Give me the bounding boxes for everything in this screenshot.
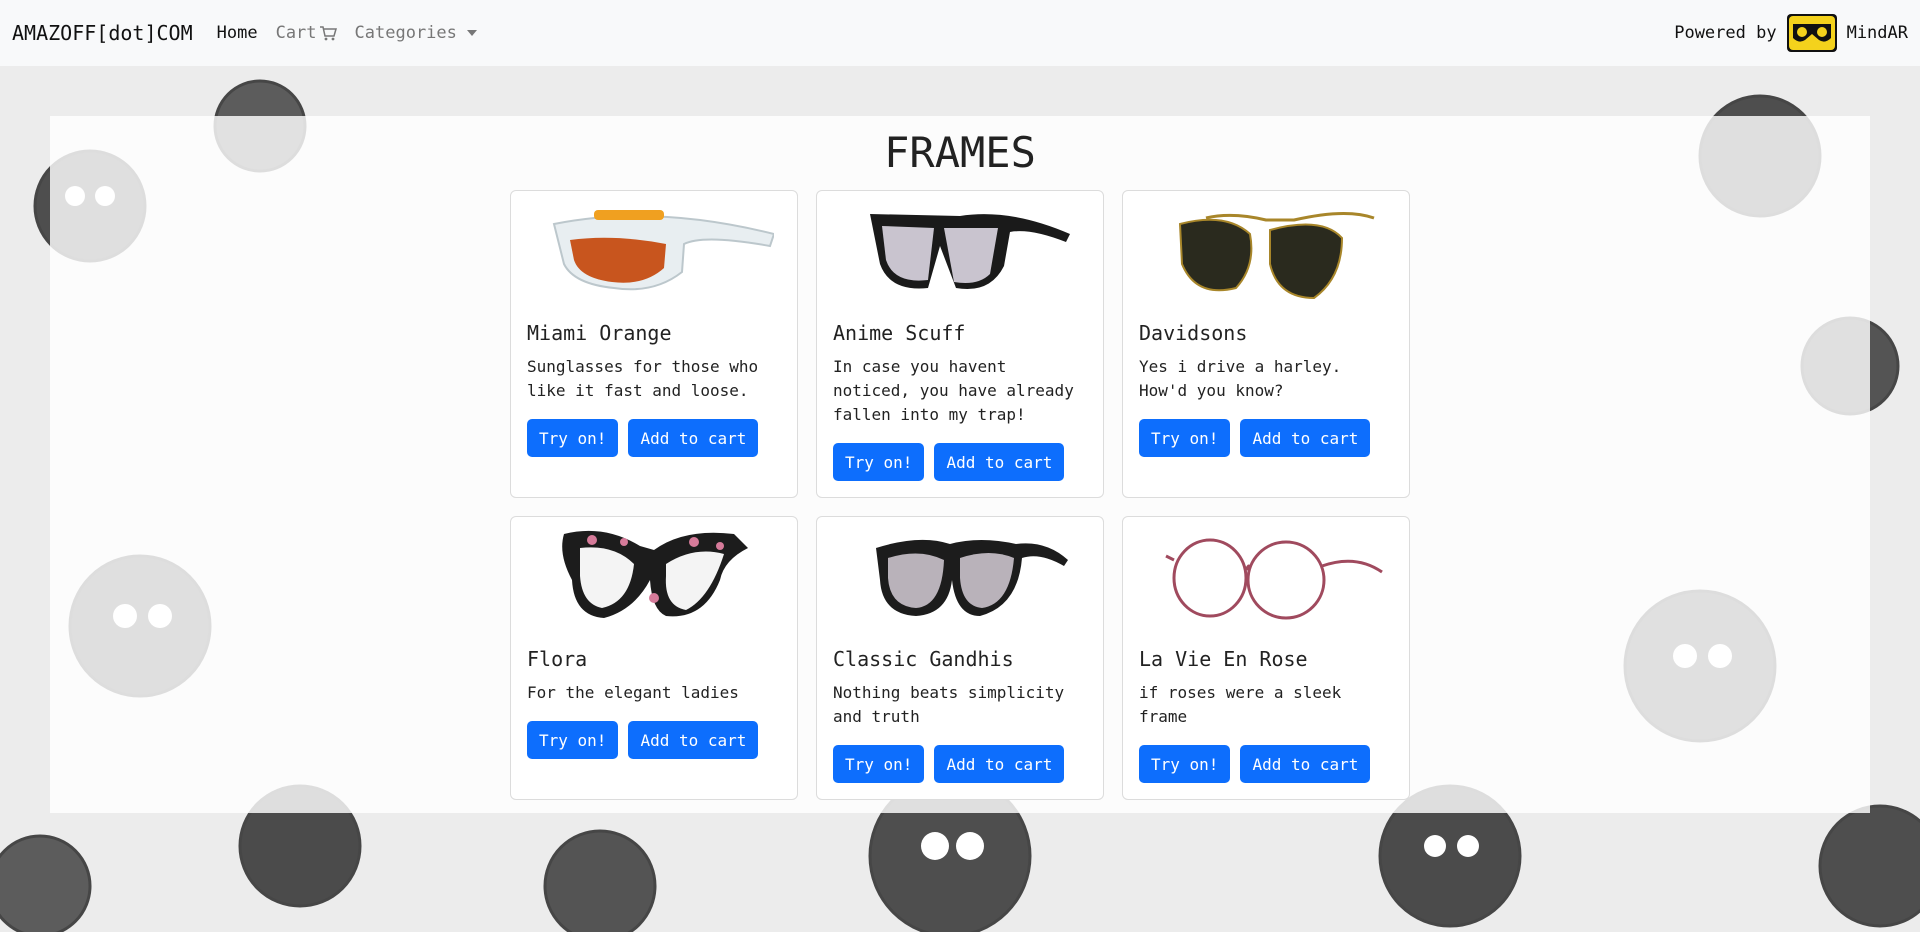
add-to-cart-button[interactable]: Add to cart (934, 443, 1065, 481)
nav-home-label: Home (216, 23, 258, 43)
top-navbar: AMAZOFF[dot]COM Home Cart Categories Pow… (0, 0, 1920, 66)
try-on-button[interactable]: Try on! (1139, 745, 1231, 783)
product-name: Classic Gandhis (833, 647, 1014, 671)
nav-categories-dropdown[interactable]: Categories (355, 23, 477, 43)
cart-icon (319, 26, 337, 41)
product-image (833, 191, 1087, 307)
product-description: Sunglasses for those who like it fast an… (527, 357, 759, 400)
product-image (833, 517, 1087, 633)
product-card: Miami Orange Sunglasses for those who li… (510, 190, 798, 498)
product-card: Flora For the elegant ladies Try on! Add… (510, 516, 798, 800)
try-on-button[interactable]: Try on! (833, 443, 925, 481)
product-name: Anime Scuff (833, 321, 966, 345)
add-to-cart-button[interactable]: Add to cart (1240, 419, 1371, 457)
product-description: For the elegant ladies (527, 683, 739, 702)
brand-logo[interactable]: AMAZOFF[dot]COM (12, 21, 193, 45)
product-grid: Miami Orange Sunglasses for those who li… (510, 190, 1410, 800)
product-description: In case you havent noticed, you have alr… (833, 357, 1074, 424)
nav-cart-link[interactable]: Cart (276, 23, 337, 43)
product-card: La Vie En Rose if roses were a sleek fra… (1122, 516, 1410, 800)
product-name: La Vie En Rose (1139, 647, 1308, 671)
chevron-down-icon (466, 30, 477, 36)
product-description: if roses were a sleek frame (1139, 683, 1342, 726)
try-on-button[interactable]: Try on! (527, 721, 619, 759)
try-on-button[interactable]: Try on! (1139, 419, 1231, 457)
try-on-button[interactable]: Try on! (833, 745, 925, 783)
product-card: Davidsons Yes i drive a harley. How'd yo… (1122, 190, 1410, 498)
product-image (527, 191, 781, 307)
powered-by-label: Powered by (1674, 23, 1777, 43)
product-card: Anime Scuff In case you havent noticed, … (816, 190, 1104, 498)
add-to-cart-button[interactable]: Add to cart (934, 745, 1065, 783)
powered-by-name[interactable]: MindAR (1847, 23, 1908, 43)
powered-by: Powered by MindAR (1674, 14, 1908, 52)
add-to-cart-button[interactable]: Add to cart (628, 419, 759, 457)
nav-cart-label: Cart (275, 23, 317, 43)
nav-categories-label: Categories (354, 23, 457, 43)
product-image (527, 517, 781, 633)
product-image (1139, 517, 1393, 633)
page-title: FRAMES (884, 128, 1036, 177)
product-name: Miami Orange (527, 321, 672, 345)
mindar-logo-icon (1786, 14, 1837, 52)
add-to-cart-button[interactable]: Add to cart (628, 721, 759, 759)
product-card: Classic Gandhis Nothing beats simplicity… (816, 516, 1104, 800)
nav-home-link[interactable]: Home (217, 23, 258, 43)
product-description: Nothing beats simplicity and truth (833, 683, 1065, 726)
try-on-button[interactable]: Try on! (527, 419, 619, 457)
product-name: Flora (527, 647, 588, 671)
product-description: Yes i drive a harley. How'd you know? (1139, 357, 1342, 400)
add-to-cart-button[interactable]: Add to cart (1240, 745, 1371, 783)
product-image (1139, 191, 1393, 307)
product-name: Davidsons (1139, 321, 1248, 345)
